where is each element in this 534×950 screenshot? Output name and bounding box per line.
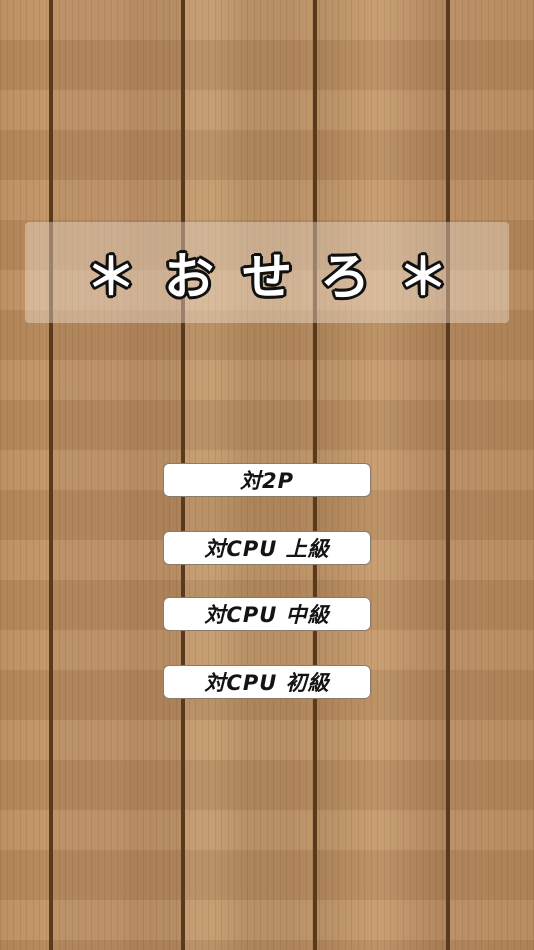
wood-plank — [53, 0, 181, 950]
game-title: ＊おせろ＊ — [86, 247, 476, 306]
vs-cpu-medium-label: 対CPU 中級 — [204, 603, 330, 627]
vs-cpu-easy-button[interactable]: 対CPU 初級 — [163, 665, 371, 699]
vs-cpu-medium-button[interactable]: 対CPU 中級 — [163, 597, 371, 631]
title-panel: ＊おせろ＊ — [25, 222, 509, 323]
vs-2p-button[interactable]: 対2P — [163, 463, 371, 497]
vs-cpu-hard-label: 対CPU 上級 — [204, 537, 330, 561]
vs-2p-label: 対2P — [239, 469, 294, 493]
vs-cpu-easy-label: 対CPU 初級 — [204, 671, 330, 695]
wood-plank — [450, 0, 534, 950]
vs-cpu-hard-button[interactable]: 対CPU 上級 — [163, 531, 371, 565]
